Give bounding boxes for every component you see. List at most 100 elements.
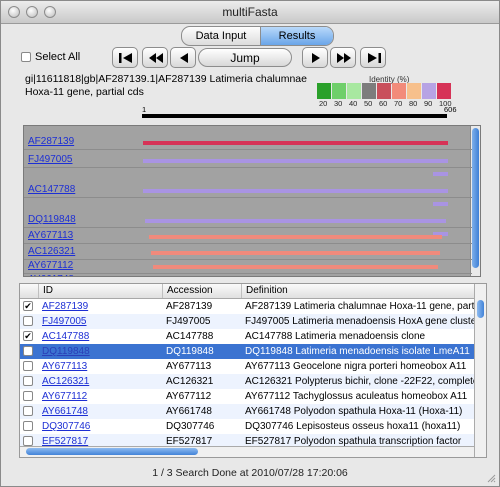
alignment-row-divider — [24, 259, 472, 260]
tab-results[interactable]: Results — [261, 27, 333, 45]
title-bar: multiFasta — [1, 1, 499, 24]
alignment-bar-fragment — [433, 202, 448, 206]
alignment-row-divider — [24, 243, 472, 244]
alignment-bar — [143, 141, 448, 145]
row-checkbox[interactable] — [23, 316, 33, 326]
alignment-row-divider — [24, 227, 472, 228]
table-vertical-scroll-thumb[interactable] — [477, 300, 484, 318]
ruler-start-label: 1 — [142, 105, 147, 114]
header-id[interactable]: ID — [38, 284, 162, 298]
select-all-control[interactable]: Select All — [21, 51, 80, 63]
row-id-link[interactable]: AC147788 — [38, 329, 162, 344]
alignment-scroll-thumb[interactable] — [472, 128, 479, 268]
table-row[interactable]: DQ307746 DQ307746 DQ307746 Lepisosteus oss… — [20, 419, 476, 434]
results-table: ID Accession Definition ✔ AF287139 AF28713… — [19, 283, 487, 458]
header-definition[interactable]: Definition — [241, 284, 476, 298]
row-accession: AY661748 — [166, 406, 212, 417]
row-id-link[interactable]: AC126321 — [38, 374, 162, 389]
alignment-bar — [149, 235, 442, 239]
next-button[interactable] — [330, 47, 356, 68]
alignment-row-divider — [24, 149, 472, 150]
row-checkbox[interactable] — [23, 361, 33, 371]
alignment-accession-link[interactable]: AY677112 — [28, 260, 74, 271]
row-id-link[interactable]: AF287139 — [38, 299, 162, 314]
row-checkbox[interactable] — [23, 391, 33, 401]
row-checkbox[interactable]: ✔ — [23, 301, 33, 311]
table-row[interactable]: ✔ AF287139 AF287139 AF287139 Latimeria chal… — [20, 299, 476, 314]
play-icon — [312, 53, 320, 63]
step-forward-button[interactable] — [302, 47, 328, 68]
identity-scale-label: 80 — [409, 99, 418, 108]
sequence-subtitle: Hoxa-11 gene, partial cds — [25, 86, 144, 98]
table-row[interactable]: AY677113 AY677113 AY677113 Geocelone nigra… — [20, 359, 476, 374]
table-horizontal-scrollbar[interactable] — [20, 446, 476, 457]
alignment-bar-fragment — [433, 172, 448, 176]
row-definition: AC147788 Latimeria menadoensis clone — [245, 331, 426, 342]
row-id-link[interactable]: DQ307746 — [38, 419, 162, 434]
identity-scale-label: 20 — [319, 99, 328, 108]
identity-scale-label: 90 — [424, 99, 433, 108]
header-accession[interactable]: Accession — [162, 284, 241, 298]
alignment-view: AF287139 FJ497005 AC147788 DQ119848 AY677113… — [23, 125, 481, 277]
row-definition: DQ307746 Lepisosteus osseus hoxa11 (hoxa… — [245, 421, 461, 432]
alignment-bar — [153, 265, 438, 269]
alignment-accession-link[interactable]: DQ119848 — [28, 214, 76, 225]
row-checkbox[interactable] — [23, 406, 33, 416]
identity-swatch — [332, 83, 346, 99]
table-vertical-scrollbar[interactable] — [474, 284, 486, 457]
skip-first-icon — [119, 53, 132, 63]
row-id-link[interactable]: DQ119848 — [38, 344, 162, 359]
row-id-link[interactable]: AY661748 — [38, 404, 162, 419]
alignment-accession-link[interactable]: AY661748 — [28, 274, 74, 276]
table-row[interactable]: AC126321 AC126321 AC126321 Polypterus bich… — [20, 374, 476, 389]
row-accession: AC126321 — [166, 376, 214, 387]
table-row[interactable]: FJ497005 FJ497005 FJ497005 Latimeria menad… — [20, 314, 476, 329]
tab-data-input[interactable]: Data Input — [182, 27, 261, 45]
row-id-link[interactable]: AY677113 — [38, 359, 162, 374]
alignment-accession-link[interactable]: AC126321 — [28, 246, 76, 257]
alignment-accession-link[interactable]: AC147788 — [28, 184, 76, 195]
alignment-row-divider — [24, 167, 472, 168]
identity-scale-label: 30 — [334, 99, 343, 108]
table-row[interactable]: AY677112 AY677112 AY677112 Tachyglossus ac… — [20, 389, 476, 404]
alignment-accession-link[interactable]: AF287139 — [28, 136, 75, 147]
row-id-link[interactable]: FJ497005 — [38, 314, 162, 329]
step-back-button[interactable] — [170, 47, 196, 68]
row-checkbox[interactable] — [23, 436, 33, 446]
play-back-icon — [180, 53, 188, 63]
row-checkbox[interactable] — [23, 376, 33, 386]
row-accession: AC147788 — [166, 331, 214, 342]
alignment-bar — [151, 251, 440, 255]
jump-button[interactable]: Jump — [198, 48, 292, 67]
row-checkbox[interactable]: ✔ — [23, 346, 33, 356]
alignment-accession-link[interactable]: AY677113 — [28, 230, 74, 241]
alignment-accession-link[interactable]: FJ497005 — [28, 154, 73, 165]
first-page-button[interactable] — [112, 47, 138, 68]
row-definition: AY661748 Polyodon spathula Hoxa-11 (Hoxa… — [245, 406, 463, 417]
select-all-checkbox[interactable] — [21, 52, 31, 62]
row-definition: FJ497005 Latimeria menadoensis HoxA gene… — [245, 316, 476, 327]
header-checkbox-column — [20, 284, 38, 298]
ruler-end-label: 606 — [444, 105, 457, 114]
row-checkbox[interactable] — [23, 421, 33, 431]
row-checkbox[interactable]: ✔ — [23, 331, 33, 341]
row-accession: DQ119848 — [166, 346, 214, 357]
sequence-description: gi|11611818|gb|AF287139.1|AF287139 Latim… — [25, 73, 307, 99]
table-row[interactable]: AY661748 AY661748 AY661748 Polyodon spathu… — [20, 404, 476, 419]
row-accession: AY677112 — [166, 391, 212, 402]
identity-swatch — [392, 83, 406, 99]
identity-swatch — [437, 83, 451, 99]
last-page-button[interactable] — [360, 47, 386, 68]
status-bar: 1 / 3 Search Done at 2010/07/28 17:20:06 — [152, 467, 348, 479]
skip-last-icon — [368, 53, 381, 63]
table-header: ID Accession Definition — [20, 284, 476, 299]
identity-color-scale — [317, 83, 452, 99]
table-row[interactable]: ✔ DQ119848 DQ119848 DQ119848 Latimeria mena… — [20, 344, 476, 359]
identity-scale-label: 70 — [394, 99, 403, 108]
table-horizontal-scroll-thumb[interactable] — [26, 448, 198, 455]
row-id-link[interactable]: AY677112 — [38, 389, 162, 404]
previous-button[interactable] — [142, 47, 168, 68]
table-row[interactable]: ✔ AC147788 AC147788 AC147788 Latimeria mena… — [20, 329, 476, 344]
resize-grip-icon[interactable] — [486, 473, 496, 483]
alignment-bar — [143, 189, 448, 193]
